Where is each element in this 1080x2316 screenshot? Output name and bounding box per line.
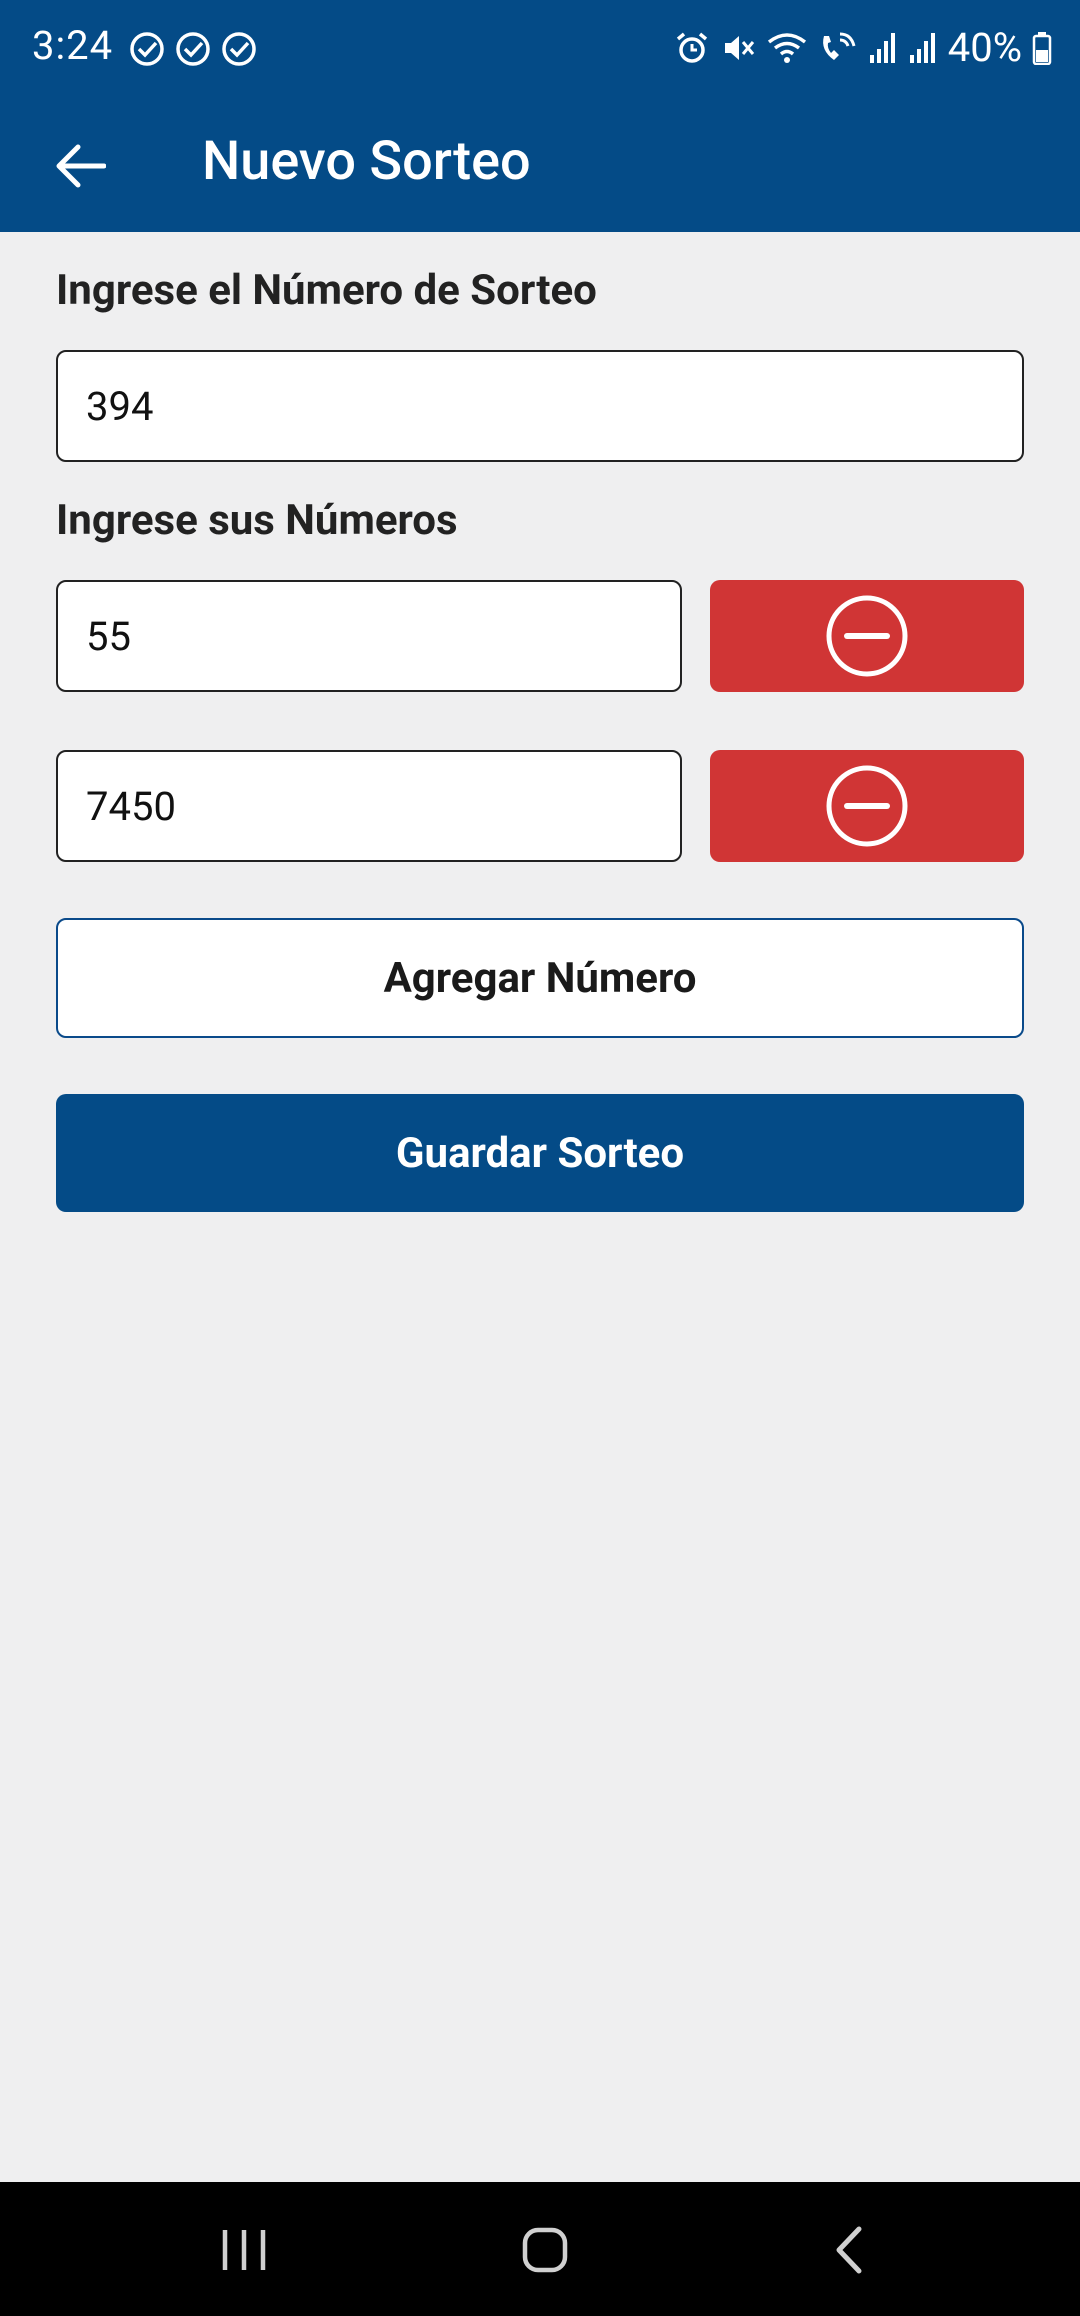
signal-icon xyxy=(869,32,895,63)
status-time: 3:24 xyxy=(32,22,114,69)
nav-back-icon xyxy=(836,2226,862,2274)
save-draw-button[interactable]: Guardar Sorteo xyxy=(56,1094,1024,1212)
recents-icon xyxy=(222,2230,266,2270)
arrow-left-icon xyxy=(56,144,106,188)
draw-number-value: 394 xyxy=(86,382,154,430)
remove-number-button-1[interactable] xyxy=(710,580,1024,692)
signal-icon xyxy=(909,32,935,63)
save-draw-label: Guardar Sorteo xyxy=(395,1128,685,1178)
number-value: 7450 xyxy=(86,782,176,830)
wifi-calling-icon xyxy=(822,32,856,60)
add-number-button[interactable]: Agregar Número xyxy=(56,918,1024,1038)
status-bar: 3:24 40% xyxy=(0,0,1080,100)
numbers-label: Ingrese sus Números xyxy=(56,496,458,545)
notification-icons xyxy=(128,30,258,68)
back-button[interactable] xyxy=(40,126,120,206)
page-title: Nuevo Sorteo xyxy=(202,130,531,193)
remove-number-button-2[interactable] xyxy=(710,750,1024,862)
draw-number-input[interactable]: 394 xyxy=(56,350,1024,462)
number-value: 55 xyxy=(86,612,131,660)
system-navigation-bar xyxy=(0,2182,1080,2316)
number-input-1[interactable]: 55 xyxy=(56,580,682,692)
alarm-icon xyxy=(676,32,707,63)
battery-percentage: 40% xyxy=(947,24,1022,71)
app-bar: Nuevo Sorteo xyxy=(0,100,1080,232)
minus-circle-icon xyxy=(826,765,908,847)
mute-icon xyxy=(724,35,754,60)
system-icons: 40% xyxy=(674,24,1052,71)
check-circle-icon xyxy=(222,32,256,66)
add-number-label: Agregar Número xyxy=(383,953,697,1003)
number-input-2[interactable]: 7450 xyxy=(56,750,682,862)
minus-circle-icon xyxy=(826,595,908,677)
home-icon xyxy=(522,2227,568,2273)
battery-icon xyxy=(1032,31,1052,65)
nav-back-button[interactable] xyxy=(804,2210,894,2290)
check-circle-icon xyxy=(130,32,164,66)
check-circle-icon xyxy=(176,32,210,66)
draw-number-label: Ingrese el Número de Sorteo xyxy=(56,266,597,315)
nav-recents-button[interactable] xyxy=(199,2210,289,2290)
nav-home-button[interactable] xyxy=(500,2210,590,2290)
wifi-icon xyxy=(767,32,806,63)
